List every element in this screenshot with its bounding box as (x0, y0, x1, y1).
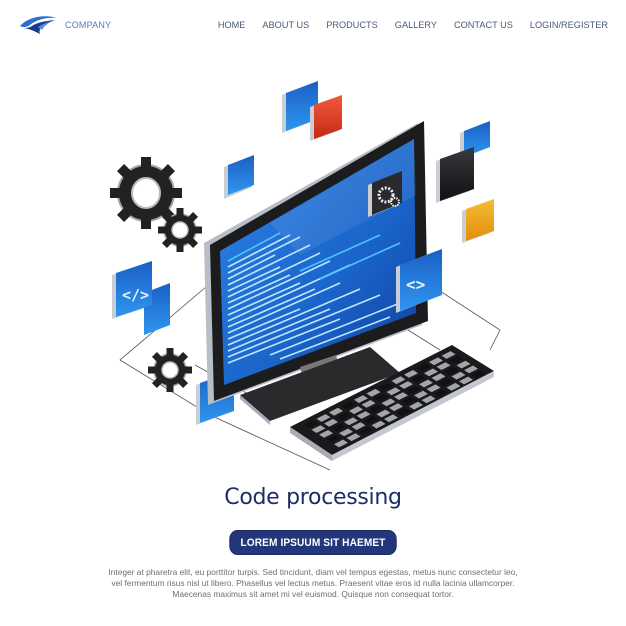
gear-icon (148, 348, 192, 392)
code-tag-icon: </> (112, 261, 170, 335)
illustration-svg: </> <> (110, 81, 501, 471)
description-line: Maecenas maximus sit amet mi vel euismod… (172, 589, 454, 600)
nav-gallery[interactable]: GALLERY (395, 20, 437, 30)
tile-blue-small (224, 155, 254, 199)
nav-home[interactable]: HOME (218, 20, 246, 30)
hero-description: Integer at pharetra elit, eu porttitor t… (90, 567, 536, 601)
nav-login-register[interactable]: LOGIN/REGISTER (530, 20, 608, 30)
nav-about-us[interactable]: ABOUT US (262, 20, 309, 30)
gear-icon (158, 208, 202, 252)
nav-products[interactable]: PRODUCTS (326, 20, 378, 30)
hero-title: Code processing (224, 485, 402, 510)
wing-logo-icon (18, 14, 58, 36)
main-nav: HOME ABOUT US PRODUCTS GALLERY CONTACT U… (201, 20, 608, 30)
logo[interactable]: COMPANY (18, 14, 111, 36)
description-line: Integer at pharetra elit, eu porttitor t… (108, 567, 518, 577)
cta-button[interactable]: LOREM IPSUUM SIT HAEMET (229, 530, 397, 555)
svg-text:</>: </> (122, 286, 149, 304)
svg-text:<>: <> (406, 275, 425, 294)
description-line: vel fermentum risus nisl ut libero. Phas… (111, 578, 515, 589)
header: COMPANY HOME ABOUT US PRODUCTS GALLERY C… (0, 0, 626, 52)
hero-illustration: </> <> (100, 75, 520, 475)
nav-contact-us[interactable]: CONTACT US (454, 20, 513, 30)
logo-text: COMPANY (65, 20, 112, 30)
tile-yellow (462, 199, 494, 243)
tile-black (436, 147, 474, 203)
